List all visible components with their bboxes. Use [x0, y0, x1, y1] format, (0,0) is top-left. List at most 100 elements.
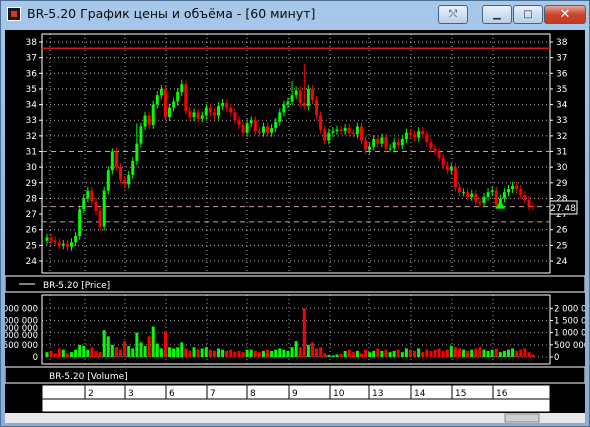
price-tick-label-left: 26 [26, 226, 38, 236]
candle-body [168, 107, 172, 118]
title-bar[interactable]: BR-5.20 График цены и объёма - [60 минут… [1, 1, 589, 28]
volume-bar [90, 347, 94, 357]
volume-bar [110, 344, 114, 357]
candle-body [347, 128, 351, 133]
volume-bar [49, 350, 53, 357]
candle-body [61, 243, 65, 246]
candle-body [331, 131, 335, 133]
volume-bar [421, 352, 425, 357]
price-tick-label-left: 36 [26, 69, 38, 79]
chart-canvas[interactable]: 383736353433323130292827262524 383736353… [3, 30, 590, 423]
maximize-button[interactable]: □ [513, 5, 543, 24]
volume-bar [490, 349, 494, 357]
volume-bar [98, 352, 102, 357]
volume-bar [392, 350, 396, 357]
candle-body [119, 167, 123, 180]
date-label: 6 [169, 389, 175, 399]
volume-bar [233, 352, 237, 357]
candle-body [531, 206, 535, 208]
volume-bar [180, 342, 184, 357]
volume-bar [396, 349, 400, 357]
volume-bar [74, 349, 78, 357]
price-y-axis-left: 38 37 36 35 34 33 32 31 30 29 28 27 26 25 24 [26, 38, 42, 267]
volume-bar [474, 348, 478, 357]
price-tick-label-right: 31 [556, 148, 567, 158]
volume-bar [217, 348, 221, 357]
volume-bar [306, 344, 310, 357]
volume-bar [204, 347, 208, 357]
candle-body [139, 126, 143, 144]
price-tick-label-left: 24 [26, 257, 38, 267]
candle-body [445, 165, 449, 171]
scrollbar-thumb[interactable] [504, 413, 540, 423]
price-tick-label-left: 32 [26, 132, 37, 142]
price-tick-label-left: 37 [26, 54, 37, 64]
candle-body [229, 107, 233, 113]
volume-bar [257, 352, 261, 357]
date-label: 2 [88, 389, 94, 399]
candle-body [172, 101, 176, 108]
price-tick-label-left: 30 [26, 163, 38, 173]
volume-bar [388, 352, 392, 357]
candle-body [355, 126, 359, 135]
candle-body [98, 210, 102, 227]
horizontal-scrollbar[interactable] [5, 413, 585, 423]
window-title: BR-5.20 График цены и объёма - [60 минут… [27, 6, 316, 21]
volume-bar [163, 331, 167, 357]
price-tick-label-right: 25 [556, 241, 567, 251]
candle-body [49, 237, 53, 241]
svg-text:27.48: 27.48 [550, 204, 576, 214]
volume-bar [408, 349, 412, 357]
candle-body [351, 132, 355, 135]
minimize-button[interactable]: ▁ [482, 5, 512, 24]
candle-body [127, 174, 131, 185]
special-window-button[interactable]: ⤲ [438, 5, 468, 24]
candle-body [245, 123, 249, 133]
candle-body [90, 190, 94, 202]
volume-bar [106, 336, 110, 357]
volume-bar [192, 347, 196, 357]
candle-body [110, 151, 114, 171]
candle-body [400, 138, 404, 146]
chart-client-area: 38 37 36 35 34 33 32 31 30 29 28 27 26 25 24 38 37 36 35 3… [3, 30, 590, 423]
candle-body [74, 235, 78, 243]
volume-bar [188, 350, 192, 357]
candle-body [257, 131, 261, 133]
volume-bar [65, 353, 69, 357]
volume-bar [376, 348, 380, 357]
volume-bar [102, 330, 106, 357]
candle-body [249, 120, 253, 124]
candle-body [188, 110, 192, 118]
volume-bar [506, 349, 510, 357]
volume-bar [147, 336, 151, 357]
candle-body [474, 193, 478, 202]
date-label: 9 [292, 389, 298, 399]
candle-body [86, 190, 90, 199]
price-tick-label-left: 34 [26, 101, 38, 111]
volume-bar [61, 349, 65, 357]
volume-bar [519, 349, 523, 357]
candle-body [290, 95, 294, 102]
candle-body [441, 157, 445, 166]
volume-panel-label: BR-5.20 [Volume] [49, 372, 128, 382]
price-tick-label-right: 33 [556, 116, 567, 126]
candle-body [266, 126, 270, 133]
volume-bar [368, 352, 372, 357]
volume-bar [372, 350, 376, 357]
volume-bar [196, 349, 200, 357]
volume-bar [327, 355, 331, 357]
candle-body [380, 137, 384, 144]
candle-body [433, 148, 437, 152]
volume-bar [86, 349, 90, 357]
candle-body [302, 103, 306, 107]
volume-bar [380, 350, 384, 357]
close-button[interactable]: ✕ [544, 5, 586, 24]
volume-bar [400, 352, 404, 357]
date-label: 8 [250, 389, 256, 399]
volume-bar [221, 349, 225, 357]
volume-bar [482, 349, 486, 357]
volume-bar [176, 347, 180, 357]
candle-body [204, 107, 208, 116]
volume-bar [486, 350, 490, 357]
candle-body [527, 199, 531, 207]
